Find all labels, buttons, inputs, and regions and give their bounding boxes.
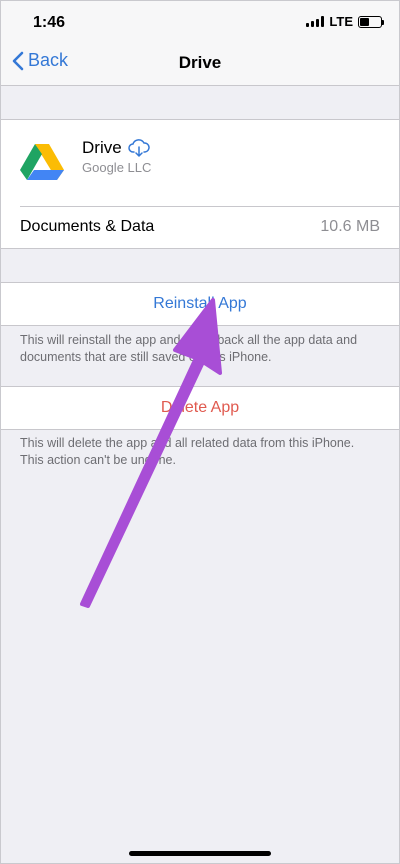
signal-bars-icon bbox=[306, 16, 325, 27]
documents-size: 10.6 MB bbox=[320, 218, 380, 235]
battery-icon bbox=[358, 15, 384, 28]
app-developer: Google LLC bbox=[82, 160, 152, 175]
app-title-line: Drive bbox=[82, 138, 150, 158]
reinstall-note: This will reinstall the app and place ba… bbox=[20, 333, 358, 364]
reinstall-app-button[interactable]: Reinstall App bbox=[0, 283, 400, 325]
status-indicators: LTE bbox=[306, 14, 384, 29]
top-bar: 1:46 LTE Back Drive bbox=[0, 0, 400, 86]
home-indicator[interactable] bbox=[129, 851, 271, 856]
documents-data-row: Documents & Data 10.6 MB bbox=[0, 206, 400, 248]
cloud-download-icon[interactable] bbox=[127, 139, 150, 157]
page-title: Drive bbox=[178, 53, 222, 72]
status-time: 1:46 bbox=[33, 14, 66, 31]
app-info-group: Drive Google LLC Documents & Data 10.6 M… bbox=[0, 119, 400, 249]
reinstall-group: Reinstall App bbox=[0, 282, 400, 326]
delete-note: This will delete the app and all related… bbox=[20, 436, 355, 467]
delete-group: Delete App bbox=[0, 386, 400, 430]
google-drive-icon bbox=[20, 144, 64, 180]
delete-app-button[interactable]: Delete App bbox=[0, 387, 400, 429]
documents-label: Documents & Data bbox=[20, 218, 155, 235]
network-type: LTE bbox=[329, 14, 353, 29]
app-name: Drive bbox=[82, 138, 122, 157]
app-row: Drive Google LLC bbox=[0, 120, 400, 206]
